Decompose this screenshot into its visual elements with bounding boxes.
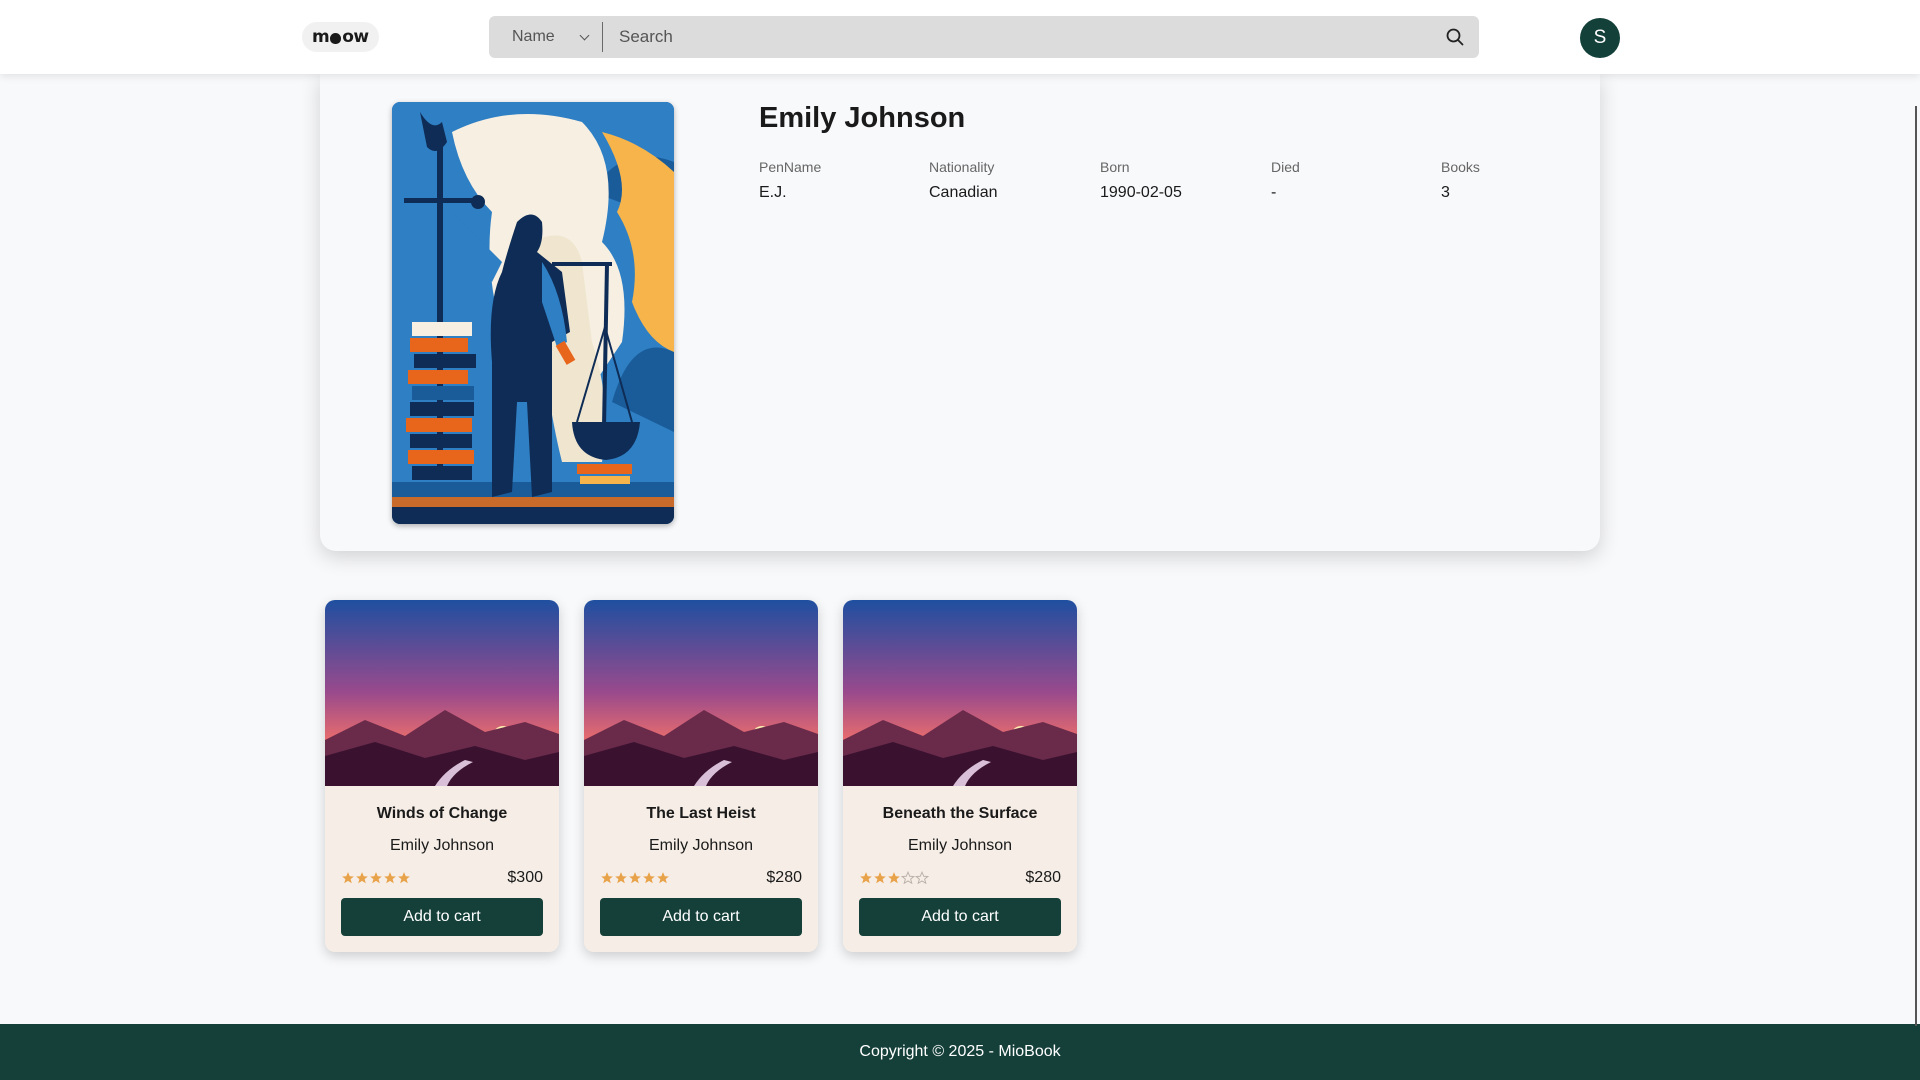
page-scrollbar[interactable]	[1915, 106, 1917, 1026]
star-icon	[601, 872, 613, 884]
field-label: Nationality	[929, 159, 995, 175]
field-value: Canadian	[929, 184, 998, 201]
author-field-born: Born 1990-02-05	[1100, 159, 1182, 202]
star-icon	[384, 872, 396, 884]
star-icon	[643, 872, 655, 884]
author-field-died: Died -	[1271, 159, 1300, 202]
star-icon	[398, 872, 410, 884]
field-value: E.J.	[759, 184, 787, 201]
footer: Copyright © 2025 - MioBook	[0, 1024, 1920, 1080]
search-button[interactable]	[1431, 16, 1479, 58]
footer-copyright: Copyright © 2025 - MioBook	[859, 1043, 1061, 1060]
author-portrait	[392, 102, 674, 524]
star-icon	[370, 872, 382, 884]
book-author: Emily Johnson	[907, 837, 1013, 854]
star-rating	[600, 871, 670, 885]
author-field-nationality: Nationality Canadian	[929, 159, 998, 202]
search-filter-select[interactable]: Name	[489, 22, 603, 52]
search-icon	[1446, 28, 1464, 46]
book-author: Emily Johnson	[648, 837, 754, 854]
book-author: Emily Johnson	[389, 837, 495, 854]
book-price: $300	[507, 869, 543, 886]
book-card[interactable]: Beneath the Surface Emily Johnson $280 A…	[843, 600, 1077, 952]
logo[interactable]: m ow	[302, 22, 379, 52]
book-price: $280	[766, 869, 802, 886]
book-cover-image	[325, 600, 559, 786]
field-label: Died	[1271, 159, 1300, 175]
chevron-down-icon	[579, 30, 590, 40]
star-icon	[342, 872, 354, 884]
field-label: Books	[1441, 159, 1480, 175]
field-label: Born	[1100, 159, 1130, 175]
star-rating	[859, 871, 929, 885]
book-title[interactable]: Winds of Change	[325, 805, 559, 823]
star-icon	[901, 871, 915, 885]
search-input[interactable]	[603, 16, 1431, 58]
add-to-cart-button[interactable]: Add to cart	[600, 898, 802, 936]
book-card[interactable]: Winds of Change Emily Johnson $300 Add t…	[325, 600, 559, 952]
add-to-cart-button[interactable]: Add to cart	[341, 898, 543, 936]
star-icon	[356, 872, 368, 884]
logo-text-left: m	[312, 27, 330, 47]
star-icon	[860, 872, 872, 884]
add-to-cart-button[interactable]: Add to cart	[859, 898, 1061, 936]
star-rating	[341, 871, 411, 885]
book-title[interactable]: Beneath the Surface	[843, 805, 1077, 823]
author-profile-card: Emily Johnson PenName E.J. Nationality C…	[320, 74, 1600, 551]
search-filter-value: Name	[512, 28, 555, 45]
star-icon	[629, 872, 641, 884]
logo-text-right: ow	[342, 27, 369, 47]
author-field-books: Books 3	[1441, 159, 1480, 202]
avatar-initial: S	[1593, 27, 1607, 48]
star-icon	[915, 871, 929, 885]
author-name: Emily Johnson	[759, 102, 966, 134]
book-price: $280	[1025, 869, 1061, 886]
field-label: PenName	[759, 159, 822, 175]
book-cover-image	[843, 600, 1077, 786]
top-navbar: m ow Name S	[0, 0, 1920, 74]
user-avatar[interactable]: S	[1580, 18, 1620, 58]
field-value: 3	[1441, 184, 1450, 201]
book-card[interactable]: The Last Heist Emily Johnson $280 Add to…	[584, 600, 818, 952]
star-icon	[888, 872, 900, 884]
star-icon	[657, 872, 669, 884]
book-cover-image	[584, 600, 818, 786]
author-field-penname: PenName E.J.	[759, 159, 821, 202]
search-bar: Name	[489, 16, 1479, 58]
book-title[interactable]: The Last Heist	[584, 805, 818, 823]
star-icon	[615, 872, 627, 884]
star-icon	[874, 872, 886, 884]
field-value: 1990-02-05	[1100, 184, 1182, 201]
paw-icon	[330, 32, 342, 44]
field-value: -	[1271, 184, 1277, 201]
